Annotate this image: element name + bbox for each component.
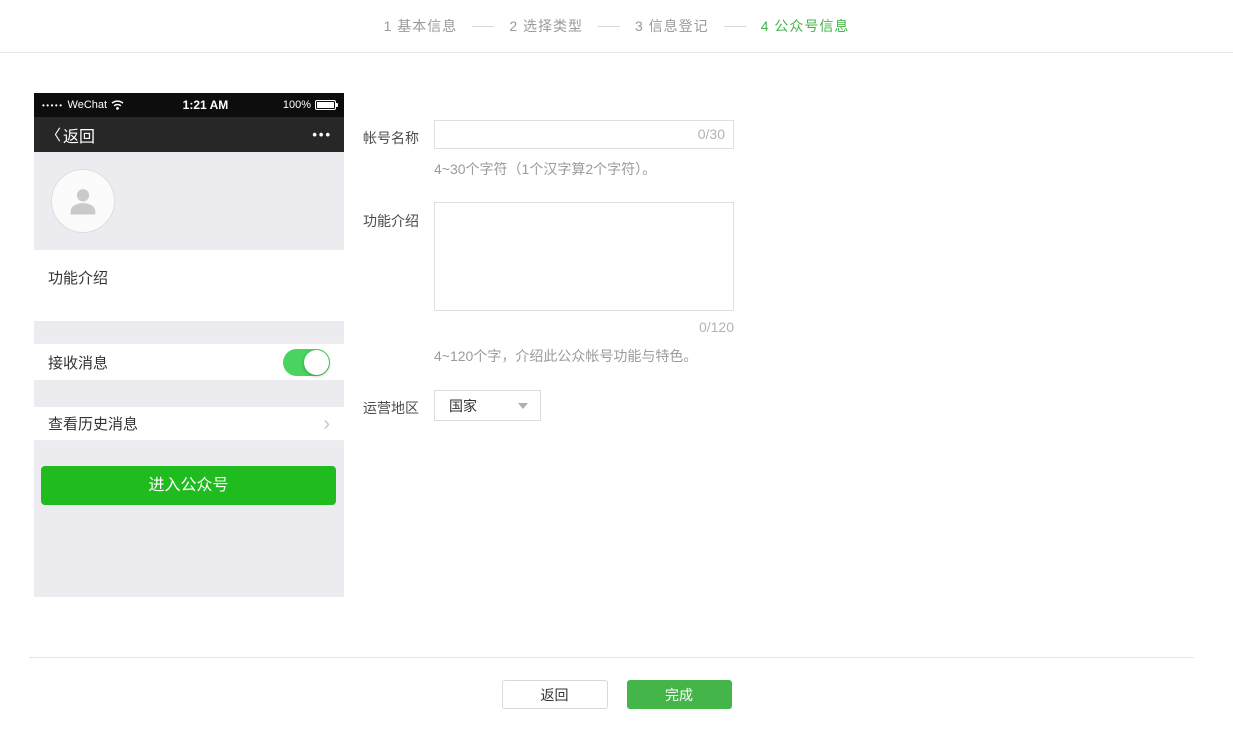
phone-spacer bbox=[34, 322, 344, 343]
phone-back-label: 返回 bbox=[63, 123, 95, 147]
phone-history-row: 查看历史消息 › bbox=[34, 406, 344, 441]
step-separator bbox=[472, 26, 494, 27]
function-intro-textarea[interactable] bbox=[434, 202, 734, 311]
step-separator bbox=[724, 26, 746, 27]
step-basic-info: 1 基本信息 bbox=[384, 16, 458, 36]
phone-preview: ••••• WeChat 1:21 AM 100% 〈 返回 ••• bbox=[34, 93, 344, 597]
account-name-hint: 4~30个字符（1个汉字算2个字符）。 bbox=[434, 159, 656, 179]
phone-nav-bar: 〈 返回 ••• bbox=[34, 117, 344, 152]
battery-percent: 100% bbox=[283, 99, 311, 111]
function-intro-label: 功能介绍 bbox=[363, 211, 419, 231]
chevron-right-icon: › bbox=[323, 414, 330, 434]
account-name-label: 帐号名称 bbox=[363, 128, 419, 148]
finish-button[interactable]: 完成 bbox=[627, 680, 732, 709]
account-name-input[interactable] bbox=[434, 120, 734, 149]
phone-profile-section bbox=[34, 152, 344, 250]
enter-account-button: 进入公众号 bbox=[41, 466, 336, 505]
function-intro-field bbox=[434, 202, 734, 311]
footer-actions: 返回 完成 bbox=[0, 680, 1233, 709]
registration-page: 1 基本信息 2 选择类型 3 信息登记 4 公众号信息 ••••• WeCha… bbox=[0, 0, 1233, 729]
phone-spacer bbox=[34, 381, 344, 406]
phone-bottom-section: 进入公众号 bbox=[34, 441, 344, 597]
back-button[interactable]: 返回 bbox=[502, 680, 608, 709]
function-intro-hint: 4~120个字，介绍此公众帐号功能与特色。 bbox=[434, 346, 697, 366]
wifi-icon bbox=[111, 100, 124, 110]
phone-history-label: 查看历史消息 bbox=[48, 413, 138, 434]
region-selected-value: 国家 bbox=[449, 396, 477, 416]
phone-receive-label: 接收消息 bbox=[48, 352, 108, 373]
person-icon bbox=[65, 183, 101, 219]
more-dots-icon: ••• bbox=[312, 127, 332, 142]
phone-receive-row: 接收消息 bbox=[34, 343, 344, 381]
region-select[interactable]: 国家 bbox=[434, 390, 541, 421]
dropdown-caret-icon bbox=[518, 403, 528, 409]
carrier-label: WeChat bbox=[68, 99, 108, 111]
status-time: 1:21 AM bbox=[128, 98, 283, 112]
toggle-knob bbox=[304, 350, 329, 375]
wizard-stepper: 1 基本信息 2 选择类型 3 信息登记 4 公众号信息 bbox=[0, 0, 1233, 53]
account-name-field: 0/30 bbox=[434, 120, 734, 149]
phone-intro-label: 功能介绍 bbox=[48, 270, 108, 287]
avatar bbox=[51, 169, 115, 233]
phone-status-bar: ••••• WeChat 1:21 AM 100% bbox=[34, 93, 344, 117]
back-chevron-icon: 〈 bbox=[46, 124, 61, 145]
region-label: 运营地区 bbox=[363, 398, 419, 418]
step-account-info-active: 4 公众号信息 bbox=[761, 16, 850, 36]
function-intro-counter: 0/120 bbox=[434, 319, 734, 335]
signal-dots-icon: ••••• bbox=[42, 101, 64, 110]
footer-divider bbox=[29, 657, 1194, 658]
step-choose-type: 2 选择类型 bbox=[509, 16, 583, 36]
step-separator bbox=[598, 26, 620, 27]
step-info-register: 3 信息登记 bbox=[635, 16, 709, 36]
receive-toggle-on bbox=[283, 349, 330, 376]
phone-intro-row: 功能介绍 bbox=[34, 250, 344, 322]
battery-icon bbox=[315, 100, 336, 110]
